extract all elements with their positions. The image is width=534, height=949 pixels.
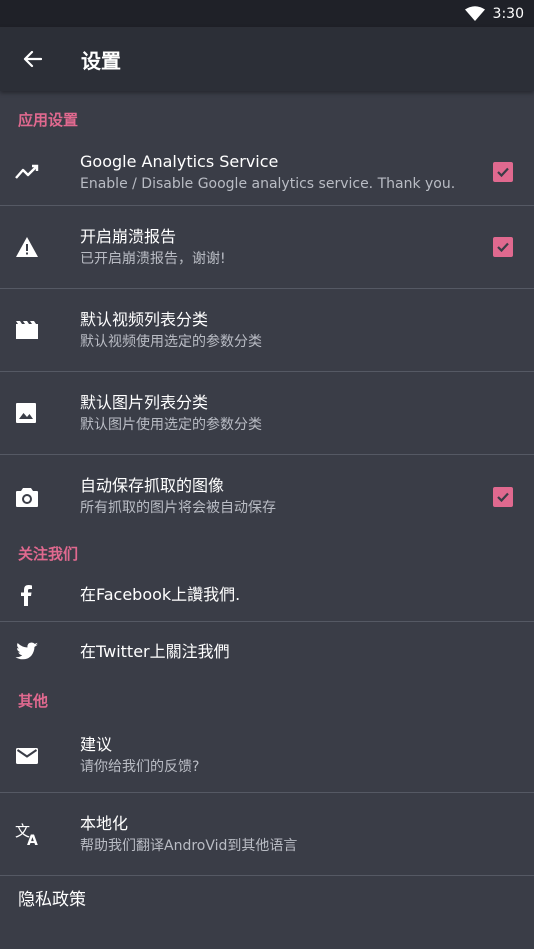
setting-crash-title: 开启崩溃报告: [80, 226, 177, 246]
wifi-icon: [464, 5, 485, 22]
setting-image-sort-title: 默认图片列表分类: [80, 392, 209, 412]
link-facebook-label: 在Facebook上讚我們.: [80, 584, 241, 604]
setting-analytics-title: Google Analytics Service: [80, 151, 279, 171]
setting-autosave[interactable]: 自动保存抓取的图像 所有抓取的图片将会被自动保存: [0, 455, 534, 538]
movie-icon: [0, 320, 80, 340]
item-feedback-summary: 请你给我们的反馈?: [80, 759, 200, 775]
checkbox-checked-icon: [497, 492, 509, 502]
item-privacy-policy[interactable]: 隐私政策: [0, 876, 534, 910]
facebook-icon: [0, 584, 80, 606]
status-time: 3:30: [492, 5, 524, 22]
setting-analytics[interactable]: Google Analytics Service Enable / Disabl…: [0, 139, 534, 206]
page-title: 设置: [81, 48, 121, 73]
setting-image-sort[interactable]: 默认图片列表分类 默认图片使用选定的参数分类: [0, 372, 534, 455]
section-header-other: 其他: [18, 692, 49, 710]
setting-autosave-summary: 所有抓取的图片将会被自动保存: [80, 500, 276, 516]
image-icon: [0, 402, 80, 424]
setting-video-sort[interactable]: 默认视频列表分类 默认视频使用选定的参数分类: [0, 289, 534, 372]
crash-checkbox[interactable]: [493, 237, 513, 257]
item-localization-summary: 帮助我们翻译AndroVid到其他语言: [80, 837, 298, 854]
setting-image-sort-summary: 默认图片使用选定的参数分类: [80, 416, 262, 433]
checkbox-checked-icon: [497, 242, 509, 253]
setting-crash-summary: 已开启崩溃报告，谢谢!: [80, 250, 226, 267]
trending-icon: [0, 160, 80, 184]
setting-crash-report[interactable]: 开启崩溃报告 已开启崩溃报告，谢谢!: [0, 206, 534, 289]
checkbox-checked-icon: [497, 167, 509, 178]
warning-icon: [0, 236, 80, 258]
back-button[interactable]: [0, 27, 64, 91]
translate-icon: 文 A: [0, 822, 80, 846]
back-arrow-icon: [23, 50, 42, 68]
twitter-icon: [0, 642, 80, 662]
analytics-checkbox[interactable]: [493, 162, 513, 182]
setting-analytics-summary: Enable / Disable Google analytics servic…: [80, 175, 456, 192]
status-bar: 3:30: [0, 0, 534, 27]
item-localization-title: 本地化: [80, 813, 129, 833]
camera-icon: [0, 486, 80, 508]
app-bar: 设置: [0, 27, 534, 91]
setting-video-sort-summary: 默认视频使用选定的参数分类: [80, 333, 262, 350]
setting-video-sort-title: 默认视频列表分类: [80, 309, 209, 329]
link-twitter[interactable]: 在Twitter上關注我們: [0, 622, 534, 682]
autosave-checkbox[interactable]: [493, 486, 513, 507]
item-feedback-title: 建议: [80, 735, 113, 754]
item-localization[interactable]: 文 A 本地化 帮助我们翻译AndroVid到其他语言: [0, 793, 534, 876]
link-twitter-label: 在Twitter上關注我們: [80, 642, 230, 661]
item-feedback[interactable]: 建议 请你给我们的反馈?: [0, 719, 534, 793]
svg-text:A: A: [27, 833, 38, 846]
section-header-follow-us: 关注我们: [18, 544, 79, 563]
setting-autosave-title: 自动保存抓取的图像: [80, 476, 225, 495]
link-facebook[interactable]: 在Facebook上讚我們.: [0, 568, 534, 622]
mail-icon: [0, 747, 80, 765]
